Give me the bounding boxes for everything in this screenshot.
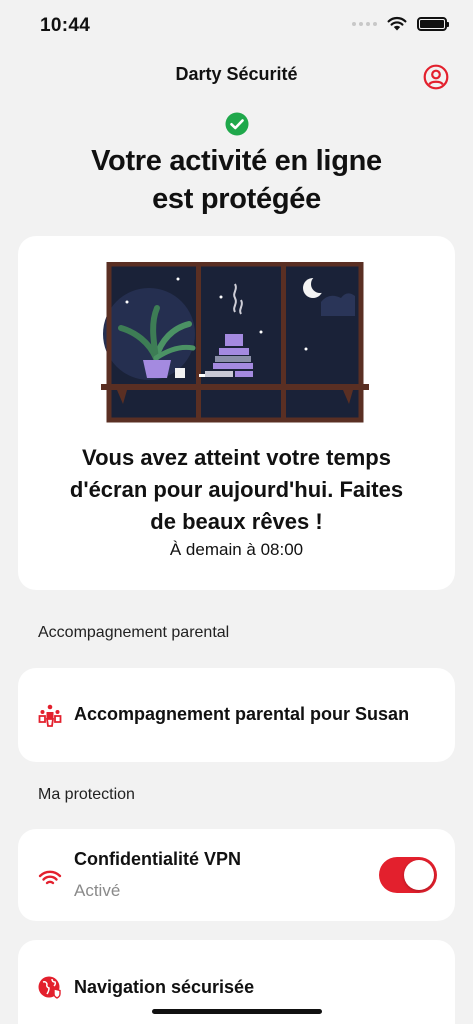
cellular-signal-icon [352,21,377,26]
battery-icon [417,16,449,31]
vpn-row[interactable]: Confidentialité VPN Activé [18,829,455,921]
parental-control-row[interactable]: Accompagnement parental pour Susan [18,668,455,762]
home-indicator[interactable] [152,1009,322,1014]
app-title: Darty Sécurité [175,64,298,84]
screen-time-message-line-3: de beaux rêves ! [150,509,323,534]
section-label-protection: Ma protection [38,786,135,803]
screen-time-message-line-2: d'écran pour aujourd'hui. Faites [69,477,404,502]
safe-browsing-title: Navigation sécurisée [74,977,255,997]
vpn-status: Activé [74,881,121,900]
family-icon [38,704,62,727]
vpn-toggle-knob [404,860,434,890]
vpn-toggle[interactable] [379,857,437,893]
screen-time-card: Vous avez atteint votre temps d'écran po… [18,236,455,590]
status-time: 10:44 [40,15,91,36]
globe-shield-icon [38,976,61,999]
screen-time-message: Vous avez atteint votre temps d'écran po… [38,442,435,538]
headline-line-2: est protégée [152,183,321,215]
protected-check-icon [225,112,249,136]
vpn-signal-icon [38,870,62,885]
protection-status-headline: Votre activité en ligne est protégée [0,142,473,218]
screen-time-message-line-1: Vous avez atteint votre temps [82,445,391,470]
vpn-title: Confidentialité VPN [74,849,242,869]
wifi-icon [387,16,407,31]
headline-line-1: Votre activité en ligne [91,145,382,177]
resume-time: À demain à 08:00 [169,540,304,559]
parental-control-label: Accompagnement parental pour Susan [74,704,410,724]
night-window-illustration [101,262,369,423]
status-bar: 10:44 [0,0,473,52]
status-icons [352,16,449,31]
account-icon[interactable] [423,64,449,90]
section-label-parental: Accompagnement parental [38,624,230,641]
